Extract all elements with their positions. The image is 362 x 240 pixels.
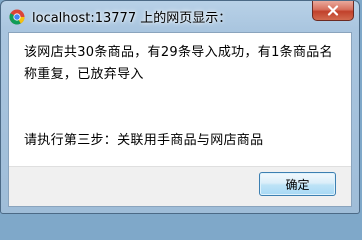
dialog-content: 该网店共30条商品，有29条导入成功，有1条商品名称重复，已放弃导入 请执行第三… [8,32,352,207]
message-text: 该网店共30条商品，有29条导入成功，有1条商品名称重复，已放弃导入 [24,45,333,82]
close-button[interactable] [312,1,354,21]
instruction-text: 请执行第三步：关联用手商品与网店商品 [24,133,264,148]
title-bar[interactable]: localhost:13777 上的网页显示： [1,1,359,32]
dialog-footer: 确定 [9,166,351,206]
ok-button[interactable]: 确定 [259,172,336,196]
chrome-icon [9,9,25,25]
alert-dialog: localhost:13777 上的网页显示： 该网店共30条商品，有29条导入… [0,0,360,214]
dialog-title: localhost:13777 上的网页显示： [32,11,232,26]
close-icon [327,1,339,20]
